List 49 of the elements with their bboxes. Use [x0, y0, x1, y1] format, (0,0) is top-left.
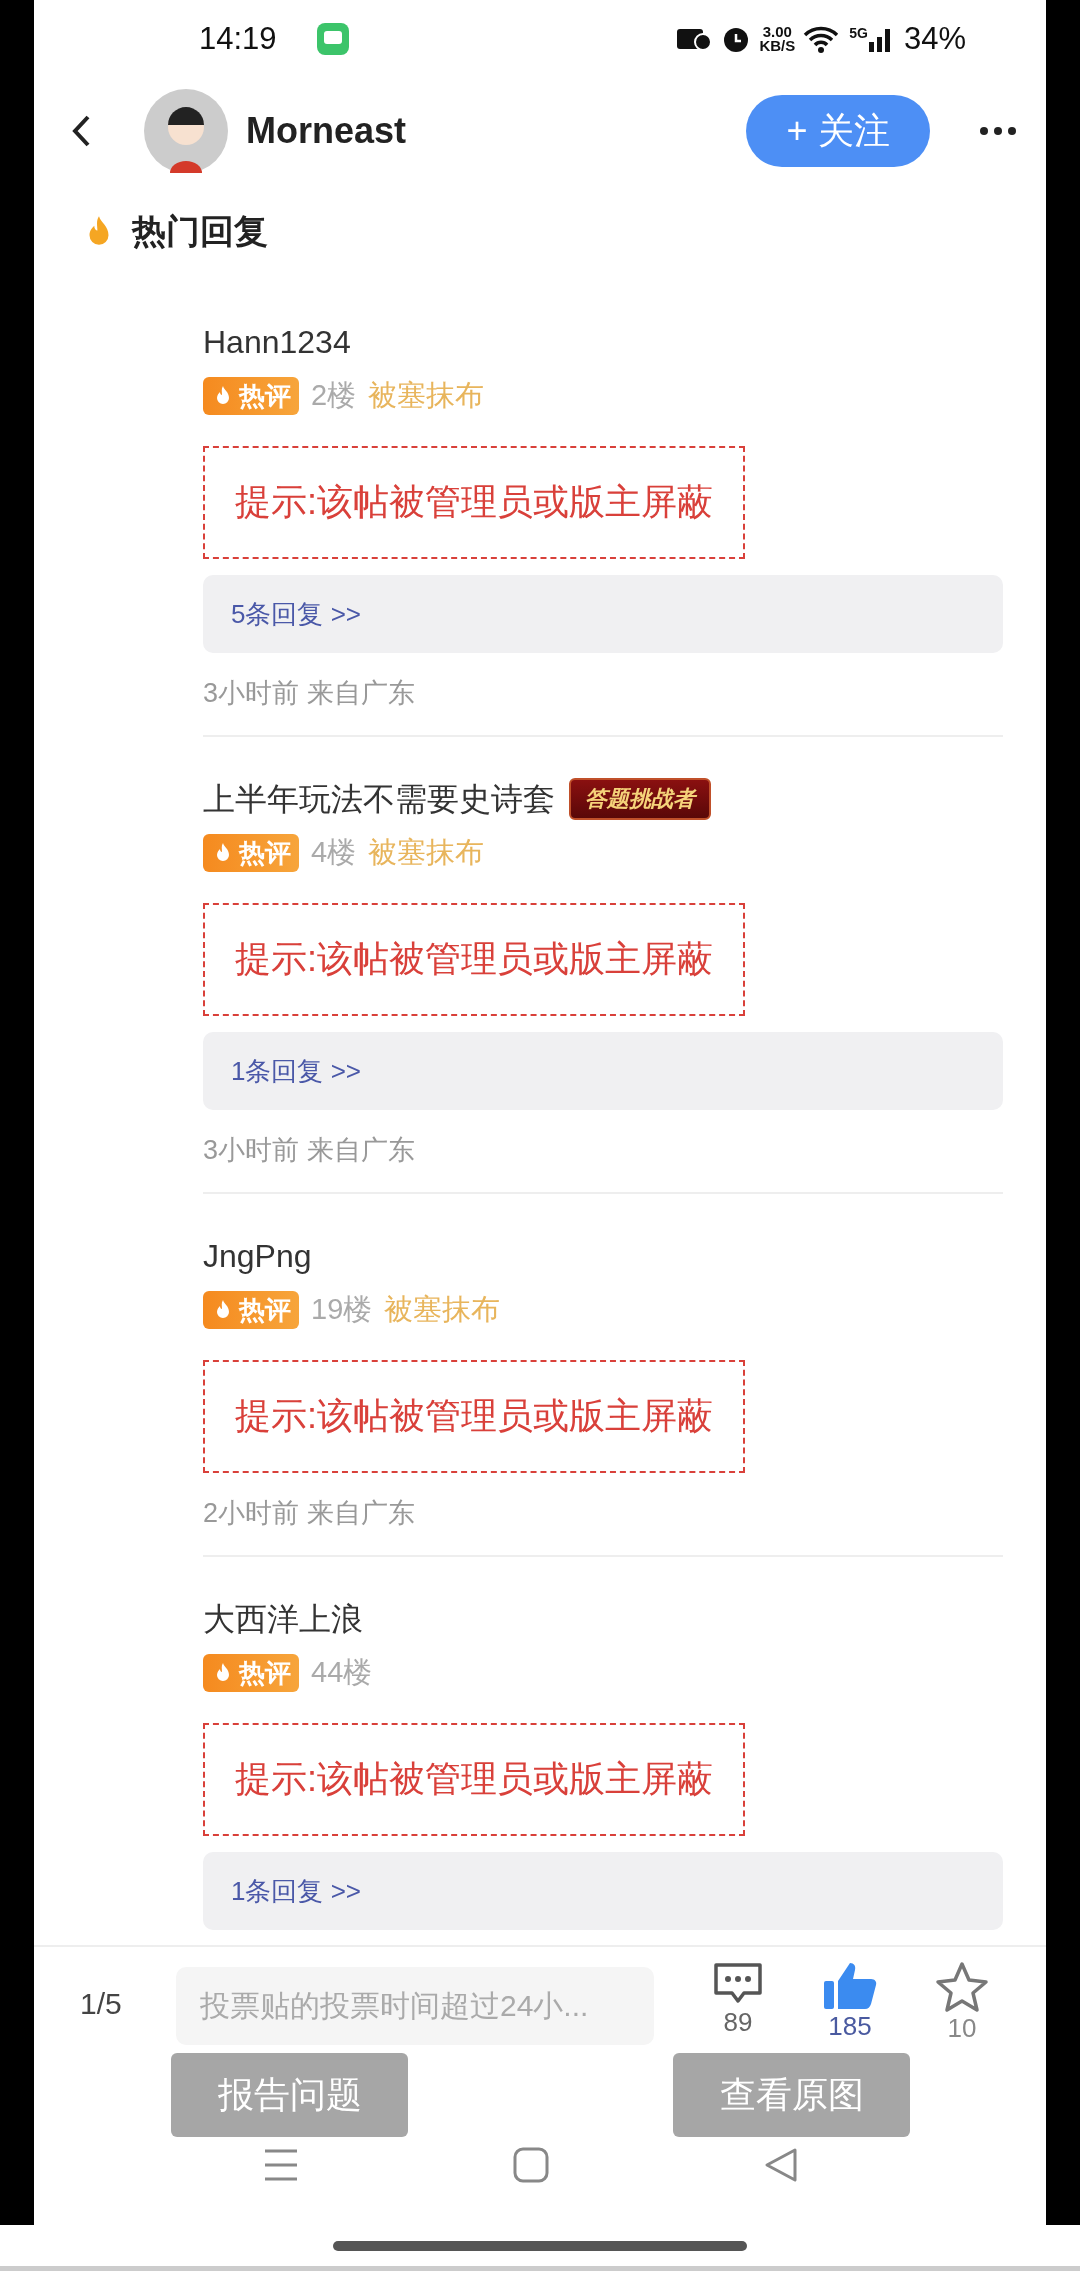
section-title: 热门回复: [132, 211, 268, 252]
floor-number: 44楼: [311, 1655, 373, 1690]
user-avatar[interactable]: [144, 89, 228, 173]
floor-number: 4楼: [311, 835, 357, 870]
replies-link[interactable]: 5条回复 >>: [203, 575, 1003, 653]
comment-meta: 3小时前 来自广东: [203, 1134, 416, 1167]
replies-link[interactable]: 1条回复 >>: [203, 1032, 1003, 1110]
floor-number: 2楼: [311, 378, 357, 413]
battery-level: 34%: [903, 21, 966, 57]
hidden-notice: 提示:该帖被管理员或版主屏蔽: [203, 1723, 745, 1836]
wifi-icon: [803, 25, 840, 53]
chat-app-icon: [316, 23, 349, 55]
hot-tag: 热评: [203, 1291, 299, 1329]
speed-value: 3.00: [762, 25, 792, 39]
comment-author[interactable]: Hann1234: [203, 320, 351, 364]
star-icon[interactable]: [935, 1961, 989, 2013]
comment-meta: 2小时前 来自广东: [203, 1497, 416, 1530]
back-nav-icon[interactable]: [763, 2147, 799, 2183]
user-title: 被塞抹布: [368, 835, 485, 870]
user-badge: 答题挑战者: [569, 778, 711, 820]
comment-author[interactable]: 上半年玩法不需要史诗套: [203, 777, 555, 821]
hidden-notice: 提示:该帖被管理员或版主屏蔽: [203, 446, 745, 559]
hidden-notice: 提示:该帖被管理员或版主屏蔽: [203, 1360, 745, 1473]
hot-tag: 热评: [203, 377, 299, 415]
page-indicator[interactable]: 1/5: [80, 1987, 176, 2021]
user-name[interactable]: Morneast: [246, 110, 746, 152]
hidden-notice: 提示:该帖被管理员或版主屏蔽: [203, 903, 745, 1016]
home-indicator[interactable]: [333, 2240, 747, 2251]
replies-link[interactable]: 1条回复 >>: [203, 1852, 1003, 1930]
reply-input[interactable]: 投票贴的投票时间超过24小...: [176, 1967, 654, 2045]
floor-number: 19楼: [311, 1292, 373, 1327]
hot-tag: 热评: [203, 834, 299, 872]
comment-author[interactable]: JngPng: [203, 1234, 312, 1278]
home-icon[interactable]: [513, 2147, 549, 2183]
more-icon[interactable]: [980, 126, 1016, 136]
thumbs-up-icon[interactable]: [822, 1961, 878, 2011]
notification-icon: [677, 26, 712, 52]
user-title: 被塞抹布: [368, 378, 485, 413]
comment-meta: 3小时前 来自广东: [203, 677, 416, 710]
speed-unit: KB/S: [759, 39, 796, 53]
comment-count: 89: [723, 2007, 753, 2038]
user-title: 被塞抹布: [384, 1292, 501, 1327]
comment-author[interactable]: 大西洋上浪: [203, 1597, 363, 1641]
like-count: 185: [828, 2011, 872, 2042]
hot-tag: 热评: [203, 1654, 299, 1692]
menu-icon[interactable]: [263, 2148, 299, 2182]
favorite-count: 10: [947, 2013, 977, 2044]
network-type: 5G: [849, 25, 868, 41]
clock-time: 14:19: [199, 21, 277, 57]
